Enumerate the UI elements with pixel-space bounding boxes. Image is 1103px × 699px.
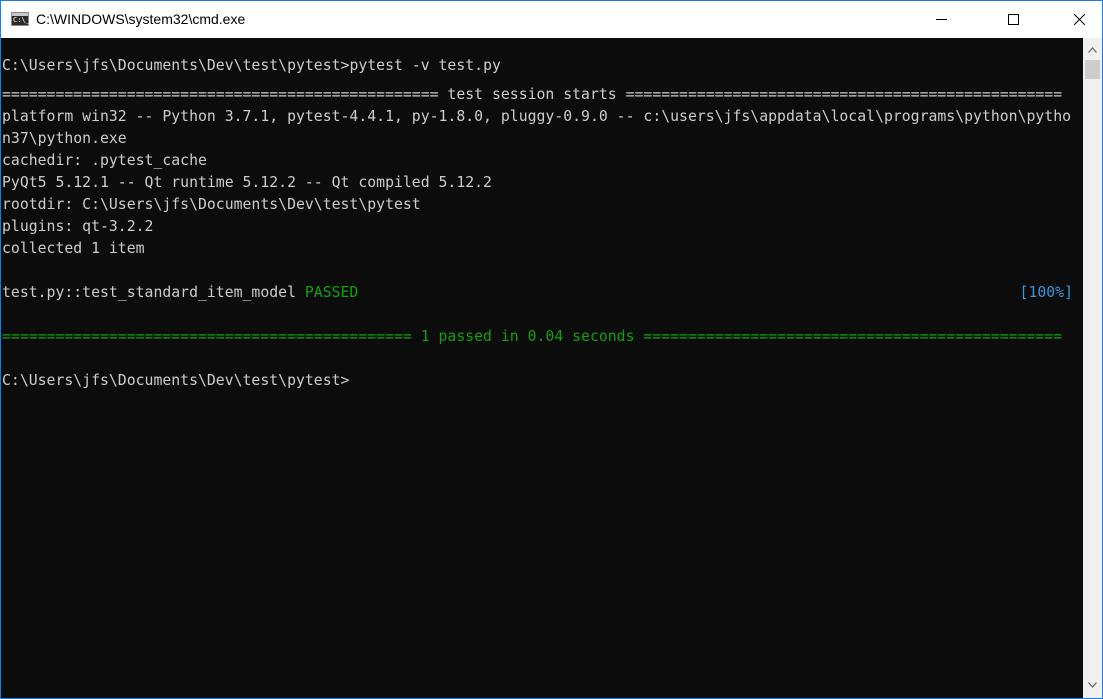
scroll-down-button[interactable] <box>1083 676 1102 695</box>
vertical-scrollbar[interactable] <box>1083 38 1102 698</box>
test-name: test.py::test_standard_item_model <box>2 284 305 301</box>
prompt: C:\Users\jfs\Documents\Dev\test\pytest> <box>2 57 350 74</box>
minimize-icon <box>936 19 947 20</box>
command-line-1: C:\Users\jfs\Documents\Dev\test\pytest>p… <box>2 55 501 77</box>
window-title: C:\WINDOWS\system32\cmd.exe <box>36 11 246 27</box>
summary-line: ========================================… <box>2 328 1063 345</box>
rootdir-line: rootdir: C:\Users\jfs\Documents\Dev\test… <box>2 196 421 213</box>
scroll-up-button[interactable] <box>1083 41 1102 60</box>
cmd-icon[interactable]: C:\_ <box>11 12 30 26</box>
test-result-line: test.py::test_standard_item_model PASSED… <box>2 282 1081 304</box>
platform-line: platform win32 -- Python 3.7.1, pytest-4… <box>2 108 1072 125</box>
command-line-2: C:\Users\jfs\Documents\Dev\test\pytest> <box>2 372 350 389</box>
cachedir-line: cachedir: .pytest_cache <box>2 152 207 169</box>
chevron-up-icon <box>1088 47 1097 53</box>
session-header: ========================================… <box>2 86 1063 103</box>
close-icon <box>1074 14 1085 25</box>
platform-line-wrap: n37\python.exe <box>2 130 127 147</box>
test-progress-percent: [100%] <box>1019 284 1073 301</box>
console-output[interactable]: C:\Users\jfs\Documents\Dev\test\pytest>p… <box>2 38 1081 698</box>
title-bar[interactable]: C:\_ C:\WINDOWS\system32\cmd.exe <box>1 1 1102 38</box>
close-button[interactable] <box>1056 1 1102 38</box>
test-status-passed: PASSED <box>304 284 359 301</box>
scroll-thumb[interactable] <box>1085 60 1100 79</box>
cmd-window: C:\_ C:\WINDOWS\system32\cmd.exe C:\User… <box>0 0 1103 699</box>
maximize-button[interactable] <box>990 1 1036 38</box>
plugins-line: plugins: qt-3.2.2 <box>2 218 154 235</box>
collected-line: collected 1 item <box>2 240 145 257</box>
chevron-down-icon <box>1088 682 1097 688</box>
minimize-button[interactable] <box>918 1 964 38</box>
maximize-icon <box>1008 14 1019 25</box>
cmd-icon-glyph: C:\_ <box>13 16 30 24</box>
pyqt-line: PyQt5 5.12.1 -- Qt runtime 5.12.2 -- Qt … <box>2 174 492 191</box>
command-text: pytest -v test.py <box>349 57 501 74</box>
